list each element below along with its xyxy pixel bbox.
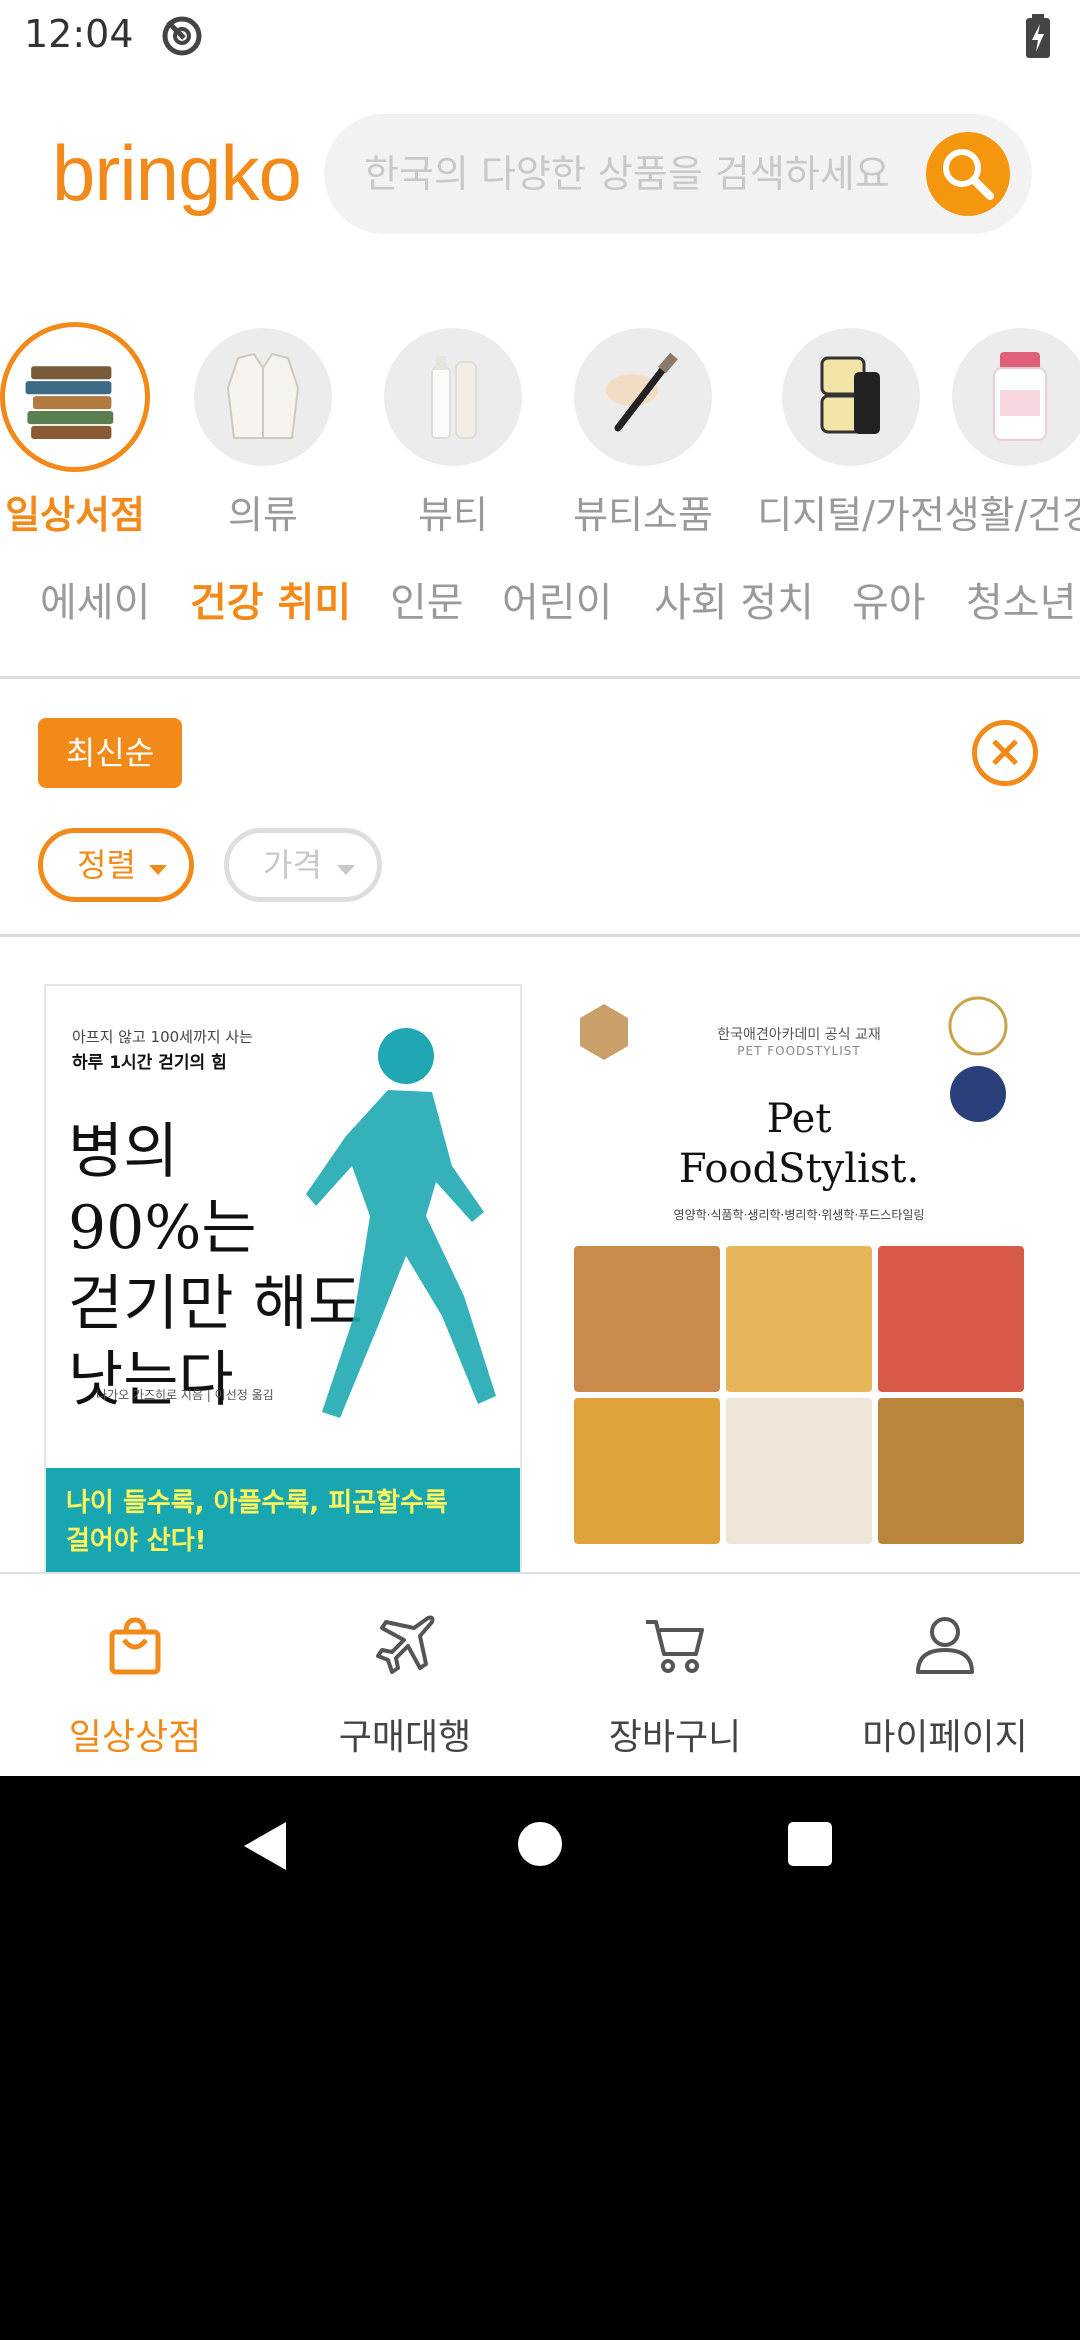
app-screen: 12:04 bringko 한국의 다양한 상품을 검색하세요 일상서점 의류 …	[0, 0, 1080, 1776]
category-beauty-image	[384, 328, 522, 466]
category-beauty-tools[interactable]: 뷰티소품	[548, 320, 738, 540]
sync-icon	[162, 16, 202, 56]
cover-photo	[726, 1398, 872, 1544]
category-digital-image	[782, 328, 920, 466]
cover-kicker-bold: 하루 1시간 걷기의 힘	[72, 1053, 227, 1073]
nav-label: 일상상점	[68, 1717, 202, 1758]
subcategory-humanities[interactable]: 인문	[390, 570, 464, 628]
product-card[interactable]: 아프지 않고 100세까지 사는 하루 1시간 걷기의 힘 병의 90%는 걷기…	[44, 984, 522, 1572]
clear-filter-icon[interactable]: ×	[972, 720, 1038, 786]
category-row: 일상서점 의류 뷰티 뷰티소품 디지털/가전 생활/건강	[0, 320, 1080, 540]
product-grid: 아프지 않고 100세까지 사는 하루 1시간 걷기의 힘 병의 90%는 걷기…	[0, 940, 1080, 1572]
category-clothing-image	[194, 328, 332, 466]
category-living-image	[952, 328, 1080, 466]
search-bar[interactable]	[324, 114, 1032, 234]
search-input[interactable]	[364, 144, 924, 204]
subcategory-row: 에세이 건강 취미 인문 어린이 사회 정치 유아 청소년	[0, 570, 1080, 630]
shopping-bag-icon	[109, 1617, 161, 1675]
sort-dropdown[interactable]: 정렬	[38, 828, 194, 902]
category-beauty[interactable]: 뷰티	[358, 320, 548, 540]
divider	[0, 934, 1080, 937]
status-time: 12:04	[24, 12, 134, 56]
cover-tagline: 영양학·식품학·생리학·병리학·위생학·푸드스타일링	[673, 1208, 925, 1222]
cover-band-line: 나이 들수록, 아플수록, 피곤할수록	[66, 1488, 448, 1518]
cover-photo	[574, 1398, 720, 1544]
category-living[interactable]: 생활/건강	[926, 320, 1080, 540]
cover-band: 나이 들수록, 아플수록, 피곤할수록 걸어야 산다!	[46, 1468, 520, 1572]
subcategory-youth[interactable]: 청소년	[966, 570, 1076, 628]
nav-my-page[interactable]: 마이페이지	[810, 1574, 1080, 1776]
chevron-down-icon	[149, 865, 167, 875]
nav-daily-shop[interactable]: 일상상점	[0, 1574, 270, 1776]
nav-label: 마이페이지	[862, 1717, 1028, 1758]
applied-filter-chip[interactable]: 최신순	[38, 718, 182, 788]
cover-title: Pet FoodStylist.	[560, 1094, 1038, 1194]
cover-photo-grid	[574, 1246, 1024, 1544]
category-books[interactable]: 일상서점	[0, 320, 170, 540]
subcategory-essay[interactable]: 에세이	[40, 570, 150, 628]
price-dropdown[interactable]: 가격	[224, 828, 382, 902]
cover-title-line: Pet	[766, 1096, 832, 1142]
cover-subtitle-english: PET FOODSTYLIST	[737, 1044, 861, 1058]
chevron-down-icon	[337, 865, 355, 875]
divider	[0, 676, 1080, 679]
cover-photo	[878, 1246, 1024, 1392]
recents-icon[interactable]	[786, 1820, 834, 1868]
category-label: 생활/건강	[944, 493, 1080, 537]
product-card[interactable]: 한국애견아카데미 공식 교재 PET FOODSTYLIST Pet FoodS…	[560, 984, 1038, 1572]
cover-author: 나가오 가즈히로 지음 | 이선정 옮김	[96, 1388, 274, 1402]
subcategory-children[interactable]: 어린이	[502, 570, 612, 628]
category-label: 뷰티소품	[573, 493, 713, 537]
back-icon[interactable]	[240, 1820, 290, 1872]
cover-title-line: FoodStylist.	[678, 1146, 920, 1192]
user-icon	[916, 1617, 974, 1674]
cover-photo	[574, 1246, 720, 1392]
bottom-navigation: 일상상점 구매대행 장바구니 마이페이지	[0, 1572, 1080, 1776]
cover-subtitle: 한국애견아카데미 공식 교재	[717, 1027, 881, 1043]
cart-icon	[646, 1620, 704, 1673]
cover-band-line: 걸어야 산다!	[66, 1526, 207, 1556]
home-icon[interactable]	[516, 1820, 564, 1868]
subcategory-infant[interactable]: 유아	[852, 570, 926, 628]
cover-kicker: 아프지 않고 100세까지 사는	[72, 1028, 253, 1046]
system-navigation-bar	[0, 1776, 1080, 1916]
nav-purchase-agent[interactable]: 구매대행	[270, 1574, 540, 1776]
cover-photo	[726, 1246, 872, 1392]
walking-figure-illustration	[306, 1028, 496, 1418]
status-bar: 12:04	[0, 0, 1080, 72]
cover-band-text: 나이 들수록, 아플수록, 피곤할수록 걸어야 산다!	[66, 1484, 448, 1560]
nav-label: 구매대행	[338, 1717, 472, 1758]
search-button[interactable]	[926, 132, 1010, 216]
sort-dropdown-label: 정렬	[77, 846, 136, 884]
battery-icon	[1026, 14, 1050, 58]
nav-cart[interactable]: 장바구니	[540, 1574, 810, 1776]
category-beauty-tools-image	[574, 328, 712, 466]
search-icon	[943, 149, 994, 200]
cover-photo	[878, 1398, 1024, 1544]
subcategory-society-politics[interactable]: 사회 정치	[654, 570, 814, 628]
category-clothing[interactable]: 의류	[168, 320, 358, 540]
nav-label: 장바구니	[608, 1717, 742, 1758]
airplane-icon	[376, 1615, 435, 1674]
subcategory-health-hobby[interactable]: 건강 취미	[190, 570, 351, 628]
brand-logo[interactable]: bringko	[52, 128, 302, 219]
price-dropdown-label: 가격	[263, 846, 322, 884]
category-books-image	[0, 322, 150, 472]
